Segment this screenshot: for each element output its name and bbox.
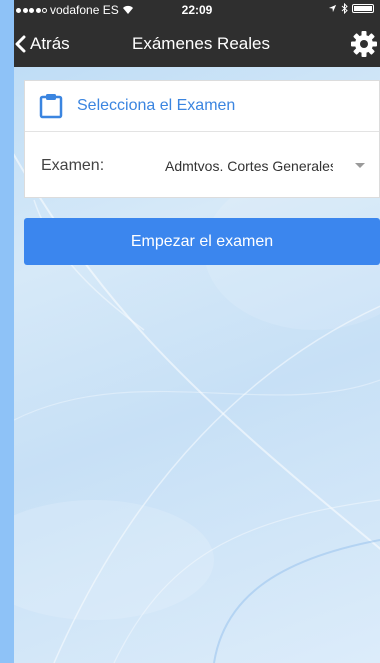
status-right: [328, 3, 374, 14]
bluetooth-icon: [341, 3, 348, 14]
navigation-bar: Atrás Exámenes Reales: [14, 20, 380, 67]
page: vodafone ES 22:09 Atrás Exámenes Reales …: [0, 0, 380, 663]
chevron-left-icon: [15, 35, 26, 52]
status-bar: vodafone ES 22:09: [14, 0, 380, 20]
exam-selection-card: Selecciona el Examen Examen: Admtvos. Co…: [24, 80, 380, 198]
back-button-label: Atrás: [30, 33, 70, 53]
exam-select[interactable]: Admtvos. Cortes Generales: [165, 146, 365, 186]
back-button[interactable]: Atrás: [14, 20, 70, 67]
exam-label: Examen:: [41, 156, 105, 174]
start-exam-button[interactable]: Empezar el examen: [24, 218, 380, 265]
card-header: Selecciona el Examen: [25, 81, 379, 132]
page-title: Exámenes Reales: [132, 33, 270, 53]
exam-select-value: Admtvos. Cortes Generales: [165, 157, 333, 174]
app-screen: vodafone ES 22:09 Atrás Exámenes Reales …: [14, 0, 380, 663]
status-time: 22:09: [181, 3, 213, 17]
gear-icon[interactable]: [350, 30, 378, 58]
exam-select-row: Examen: Admtvos. Cortes Generales: [25, 132, 379, 199]
card-title: Selecciona el Examen: [77, 97, 236, 114]
caret-down-icon: [355, 162, 365, 168]
battery-icon: [352, 4, 374, 13]
clipboard-icon: [39, 94, 63, 119]
location-arrow-icon: [328, 4, 337, 13]
